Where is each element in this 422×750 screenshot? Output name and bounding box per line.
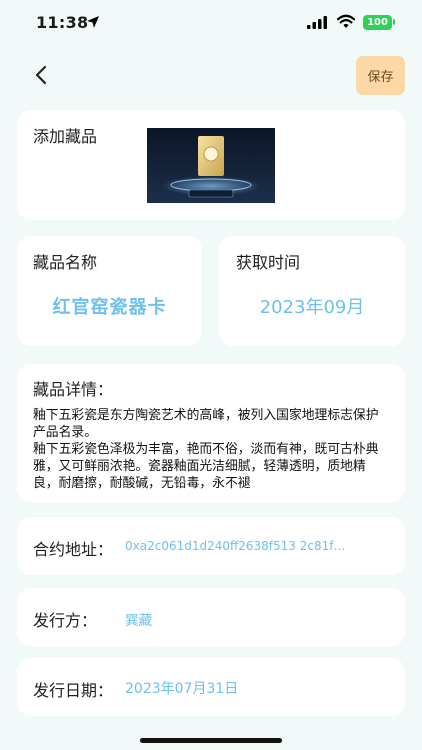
acquire-time-card[interactable]: 获取时间 2023年09月 (219, 236, 405, 346)
home-indicator (140, 738, 282, 743)
issuer-value: 巽藏 (125, 613, 152, 629)
issuer-label: 发行方： (33, 611, 98, 630)
collection-detail-text: 釉下五彩瓷是东方陶瓷艺术的高峰，被列入国家地理标志保护产品名录。 釉下五彩瓷色泽… (33, 408, 379, 491)
wifi-icon (337, 14, 355, 28)
issue-date-row: 发行日期： 2023年07月31日 (17, 658, 405, 716)
back-button[interactable] (28, 62, 54, 88)
contract-address-label: 合约地址： (33, 540, 114, 559)
battery-indicator: 100 (363, 15, 392, 30)
issue-date-value: 2023年07月31日 (125, 681, 239, 697)
cellular-signal-icon (307, 16, 327, 29)
save-button[interactable]: 保存 (356, 56, 405, 95)
acquire-time-label: 获取时间 (236, 253, 301, 272)
battery-level: 100 (367, 17, 388, 28)
status-time: 11:38 (36, 13, 89, 32)
contract-address-value: 0xa2c061d1d240ff2638f513 2c81f… (125, 539, 346, 553)
chevron-left-icon (35, 65, 47, 85)
card-display-illustration (147, 128, 275, 203)
collection-name-value: 红官窑瓷器卡 (52, 297, 167, 318)
location-arrow-icon (87, 16, 99, 28)
cover-card: 添加藏品 (17, 110, 405, 220)
acquire-time-value: 2023年09月 (259, 297, 365, 318)
collection-detail-card: 藏品详情： 釉下五彩瓷是东方陶瓷艺术的高峰，被列入国家地理标志保护产品名录。 釉… (17, 364, 405, 502)
collection-name-card[interactable]: 藏品名称 红官窑瓷器卡 (17, 236, 202, 346)
status-bar: 11:38 100 (0, 0, 422, 44)
cover-label: 添加藏品 (33, 127, 98, 146)
collection-detail-label: 藏品详情： (33, 380, 114, 399)
battery-tip (393, 19, 395, 25)
collection-cover-image[interactable] (147, 128, 275, 203)
collection-name-label: 藏品名称 (33, 253, 98, 272)
issuer-row: 发行方： 巽藏 (17, 588, 405, 646)
issue-date-label: 发行日期： (33, 681, 114, 700)
contract-address-row[interactable]: 合约地址： 0xa2c061d1d240ff2638f513 2c81f… (17, 517, 405, 575)
